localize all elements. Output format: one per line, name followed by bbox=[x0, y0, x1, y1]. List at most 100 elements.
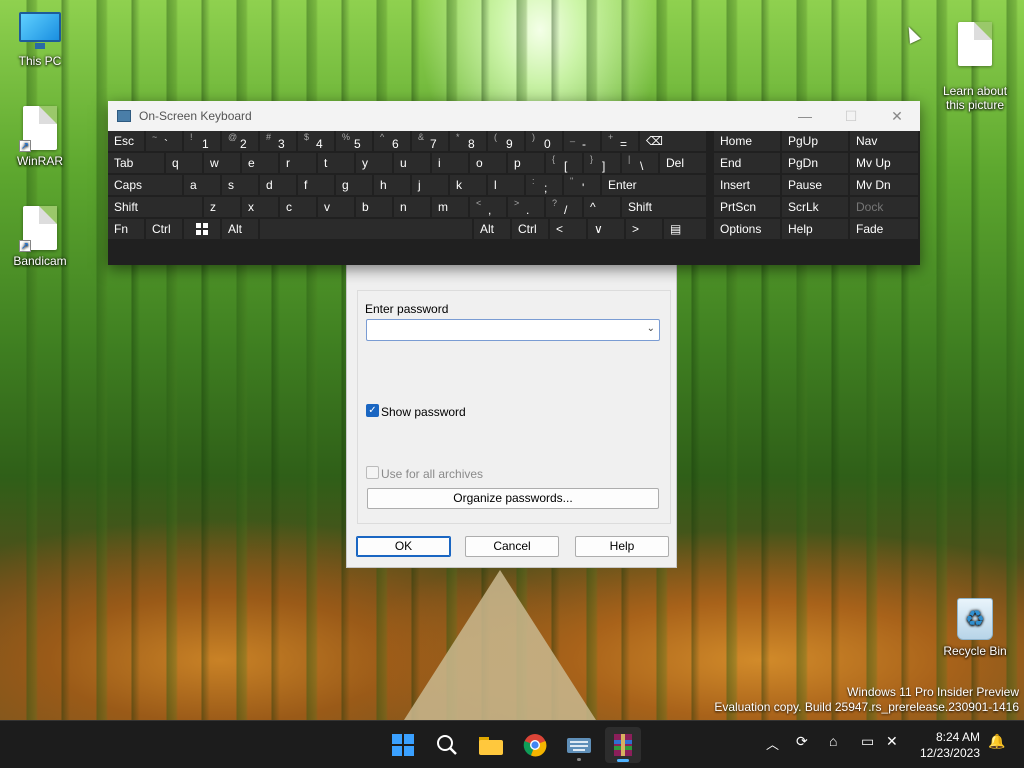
osk-key[interactable]: @2 bbox=[222, 131, 258, 151]
osk-key[interactable]: ~ ` bbox=[146, 131, 182, 151]
osk-key[interactable]: :; bbox=[526, 175, 562, 195]
help-button[interactable]: Help bbox=[575, 536, 669, 557]
desktop-icon-winrar[interactable]: ↗ WinRAR bbox=[0, 106, 80, 168]
osk-key[interactable]: #3 bbox=[260, 131, 296, 151]
osk-nav-key[interactable]: End bbox=[714, 153, 780, 173]
network-offline-icon[interactable]: ⌂ bbox=[829, 733, 837, 749]
osk-nav-key[interactable]: Fade bbox=[850, 219, 918, 239]
osk-key[interactable]: & 7 bbox=[412, 131, 448, 151]
winrar-button[interactable] bbox=[605, 727, 641, 763]
osk-key[interactable]: Enter bbox=[602, 175, 706, 195]
osk-key[interactable]: y bbox=[356, 153, 392, 173]
osk-key[interactable]: Ctrl bbox=[146, 219, 182, 239]
osk-key[interactable]: ) 0 bbox=[526, 131, 562, 151]
search-button[interactable] bbox=[429, 727, 465, 763]
osk-nav-key[interactable]: Nav bbox=[850, 131, 918, 151]
maximize-icon[interactable]: ☐ bbox=[828, 101, 874, 131]
osk-key[interactable]: Esc bbox=[108, 131, 144, 151]
osk-key[interactable]: ^ bbox=[584, 197, 620, 217]
osk-key[interactable]: p bbox=[508, 153, 544, 173]
osk-key[interactable]: Caps bbox=[108, 175, 182, 195]
osk-key[interactable]: Alt bbox=[222, 219, 258, 239]
osk-key[interactable]: x bbox=[242, 197, 278, 217]
osk-key[interactable]: l bbox=[488, 175, 524, 195]
osk-key[interactable]: b bbox=[356, 197, 392, 217]
osk-key[interactable]: >. bbox=[508, 197, 544, 217]
osk-key[interactable]: v bbox=[318, 197, 354, 217]
osk-nav-key[interactable]: PgUp bbox=[782, 131, 848, 151]
osk-key[interactable]: ∨ bbox=[588, 219, 624, 239]
sync-icon[interactable]: ⟳ bbox=[796, 733, 808, 750]
osk-key[interactable]: a bbox=[184, 175, 220, 195]
osk-key[interactable]: n bbox=[394, 197, 430, 217]
chevron-down-icon[interactable]: ⌄ bbox=[647, 323, 655, 334]
osk-key[interactable]: $4 bbox=[298, 131, 334, 151]
osk-key[interactable]: f bbox=[298, 175, 334, 195]
osk-key[interactable]: j bbox=[412, 175, 448, 195]
osk-key[interactable]: <, bbox=[470, 197, 506, 217]
show-password-label[interactable]: Show password bbox=[381, 405, 466, 419]
osk-key[interactable]: Fn bbox=[108, 219, 144, 239]
cancel-button[interactable]: Cancel bbox=[465, 536, 559, 557]
use-for-all-checkbox[interactable] bbox=[366, 466, 379, 479]
osk-nav-key[interactable]: Mv Dn bbox=[850, 175, 918, 195]
osk-key[interactable]: ⌫ bbox=[640, 131, 706, 151]
osk-key[interactable]: s bbox=[222, 175, 258, 195]
desktop-icon-this-pc[interactable]: This PC bbox=[0, 12, 80, 68]
osk-key[interactable]: % 5 bbox=[336, 131, 372, 151]
osk-key[interactable]: ▤ bbox=[664, 219, 706, 239]
organize-passwords-button[interactable]: Organize passwords... bbox=[367, 488, 659, 509]
chrome-button[interactable] bbox=[517, 727, 553, 763]
osk-key[interactable]: i bbox=[432, 153, 468, 173]
osk-key[interactable]: h bbox=[374, 175, 410, 195]
osk-key[interactable]: Tab bbox=[108, 153, 164, 173]
osk-key[interactable]: ? / bbox=[546, 197, 582, 217]
osk-nav-key[interactable]: Help bbox=[782, 219, 848, 239]
osk-key[interactable]: q bbox=[166, 153, 202, 173]
osk-key[interactable] bbox=[184, 219, 220, 239]
osk-key[interactable]: * 8 bbox=[450, 131, 486, 151]
osk-key[interactable]: {[ bbox=[546, 153, 582, 173]
osk-key[interactable]: (9 bbox=[488, 131, 524, 151]
osk-nav-key[interactable]: Insert bbox=[714, 175, 780, 195]
osk-key[interactable]: " ' bbox=[564, 175, 600, 195]
clock[interactable]: 8:24 AM 12/23/2023 bbox=[920, 729, 980, 761]
osk-key[interactable]: Alt bbox=[474, 219, 510, 239]
desktop-icon-bandicam[interactable]: ↗ Bandicam bbox=[0, 206, 80, 268]
osk-nav-key[interactable]: Options bbox=[714, 219, 780, 239]
desktop-icon-learn-about-picture[interactable]: Learn about this picture bbox=[935, 8, 1015, 126]
osk-key[interactable]: w bbox=[204, 153, 240, 173]
osk-key[interactable]: t bbox=[318, 153, 354, 173]
show-hidden-icons-icon[interactable]: ︿ bbox=[766, 734, 779, 753]
osk-key[interactable]: ! 1 bbox=[184, 131, 220, 151]
osk-key[interactable]: Ctrl bbox=[512, 219, 548, 239]
osk-key[interactable]: Shift bbox=[108, 197, 202, 217]
osk-nav-key[interactable]: PrtScn bbox=[714, 197, 780, 217]
osk-nav-key[interactable]: Home bbox=[714, 131, 780, 151]
desktop-icon-recycle-bin[interactable]: ♻ Recycle Bin bbox=[935, 598, 1015, 658]
ok-button[interactable]: OK bbox=[356, 536, 451, 557]
osk-key[interactable]: Shift bbox=[622, 197, 706, 217]
minimize-icon[interactable]: — bbox=[782, 101, 828, 131]
osk-nav-key[interactable]: Dock bbox=[850, 197, 918, 217]
osk-key[interactable]: z bbox=[204, 197, 240, 217]
osk-key[interactable]: > bbox=[626, 219, 662, 239]
volume-muted-icon[interactable]: ✕ bbox=[886, 733, 898, 750]
osk-key[interactable]: < bbox=[550, 219, 586, 239]
osk-key[interactable]: r bbox=[280, 153, 316, 173]
osk-nav-key[interactable]: ScrLk bbox=[782, 197, 848, 217]
osk-key[interactable]: o bbox=[470, 153, 506, 173]
osk-key[interactable] bbox=[260, 219, 472, 239]
close-icon[interactable]: ✕ bbox=[874, 101, 920, 131]
notification-bell-icon[interactable]: 🔔 bbox=[988, 733, 1005, 750]
osk-key[interactable]: g bbox=[336, 175, 372, 195]
file-explorer-button[interactable] bbox=[473, 727, 509, 763]
show-password-checkbox[interactable]: ✓ bbox=[366, 404, 379, 417]
osk-key[interactable]: u bbox=[394, 153, 430, 173]
display-icon[interactable]: ▭ bbox=[861, 733, 874, 750]
osk-key[interactable]: d bbox=[260, 175, 296, 195]
osk-key[interactable]: | \ bbox=[622, 153, 658, 173]
osk-key[interactable]: m bbox=[432, 197, 468, 217]
osk-key[interactable]: k bbox=[450, 175, 486, 195]
osk-key[interactable]: e bbox=[242, 153, 278, 173]
